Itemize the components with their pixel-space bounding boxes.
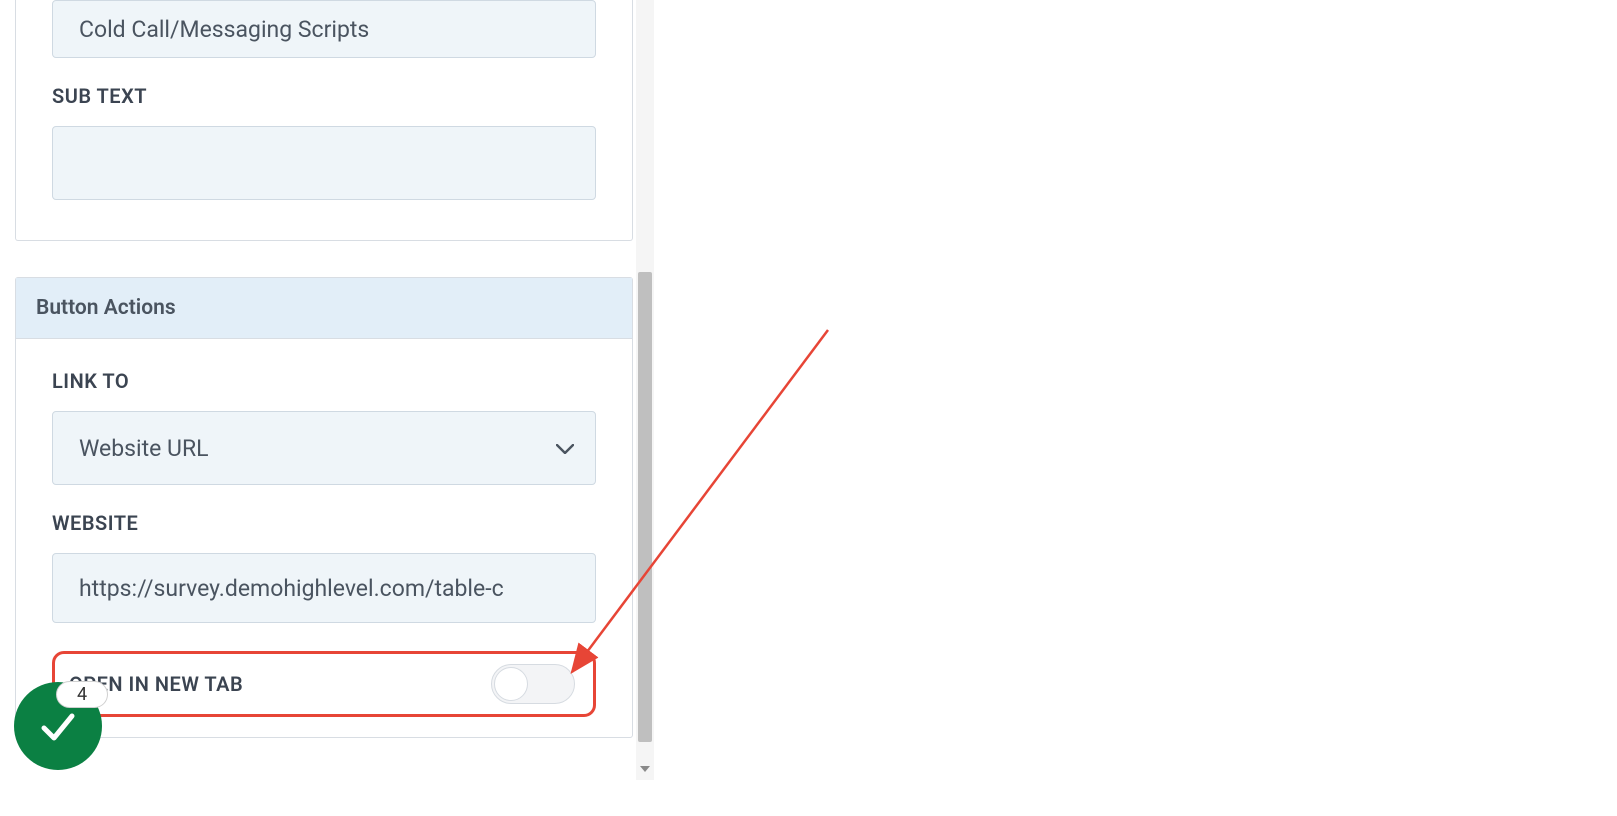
main-text-input[interactable] bbox=[52, 0, 596, 58]
scrollbar-down-button[interactable] bbox=[636, 760, 654, 778]
open-new-tab-row: OPEN IN NEW TAB bbox=[52, 651, 596, 717]
open-new-tab-toggle[interactable] bbox=[491, 664, 575, 704]
button-actions-card: Button Actions LINK TO Website URL WEBSI… bbox=[15, 277, 633, 738]
step-badge: 4 bbox=[56, 681, 108, 708]
sub-text-label: SUB TEXT bbox=[52, 84, 596, 108]
link-to-select-wrap: Website URL bbox=[52, 411, 596, 485]
settings-scroll-area: SUB TEXT Button Actions LINK TO Website … bbox=[15, 0, 633, 780]
caret-down-icon bbox=[640, 766, 650, 772]
link-to-label: LINK TO bbox=[52, 369, 596, 393]
sub-text-input[interactable] bbox=[52, 126, 596, 200]
website-url-input[interactable] bbox=[52, 553, 596, 623]
link-to-selected-value: Website URL bbox=[79, 435, 209, 462]
scrollbar-thumb[interactable] bbox=[638, 272, 652, 742]
button-actions-header: Button Actions bbox=[16, 278, 632, 339]
toggle-knob bbox=[494, 667, 528, 701]
scrollbar-track[interactable] bbox=[636, 0, 654, 780]
website-label: WEBSITE bbox=[52, 511, 596, 535]
button-actions-body: LINK TO Website URL WEBSITE OPEN IN NEW … bbox=[16, 339, 632, 737]
text-section-card: SUB TEXT bbox=[15, 0, 633, 241]
link-to-select[interactable]: Website URL bbox=[52, 411, 596, 485]
check-icon bbox=[36, 704, 80, 748]
